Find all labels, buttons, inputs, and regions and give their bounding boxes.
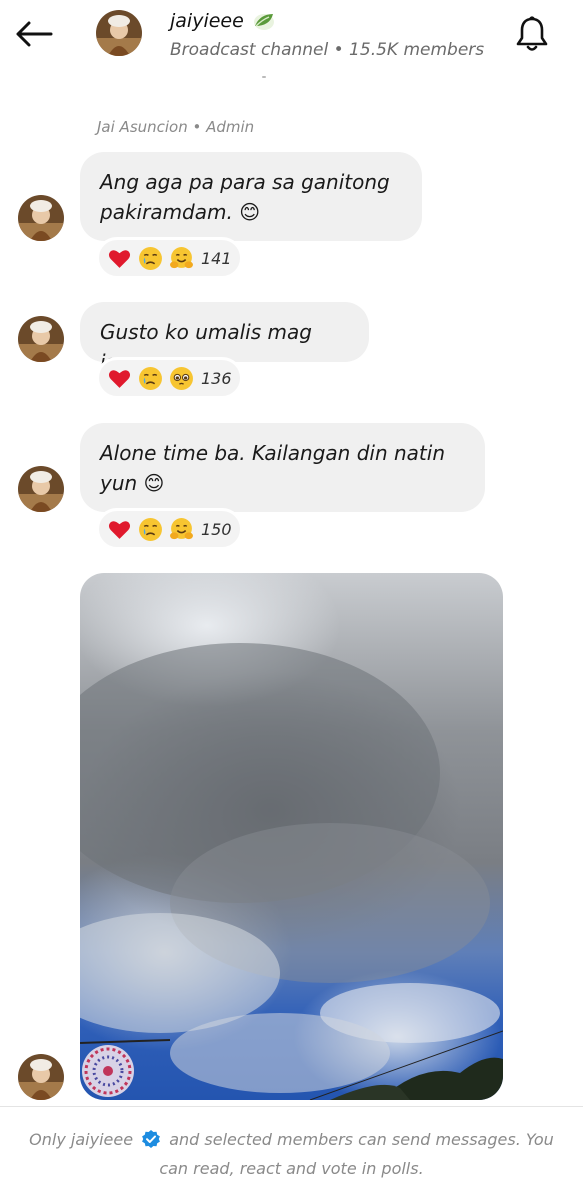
channel-avatar[interactable] bbox=[96, 10, 142, 56]
hugging-face-emoji-icon bbox=[170, 517, 193, 539]
reaction-count: 136 bbox=[201, 368, 232, 388]
sky-photo bbox=[80, 643, 503, 1100]
channel-subtitle: Broadcast channel • 15.5K members bbox=[170, 40, 485, 60]
message-text: Alone time ba. Kailangan din natin yun 😊 bbox=[100, 441, 445, 495]
reaction-bar[interactable]: 150 bbox=[96, 508, 243, 550]
channel-name-text: jaiyieee bbox=[170, 10, 244, 32]
sender-label: Jai Asuncion • Admin bbox=[97, 118, 255, 136]
message-text: Ang aga pa para sa ganitong pakiramdam. … bbox=[100, 170, 390, 224]
back-button[interactable] bbox=[12, 14, 56, 54]
channel-header: jaiyieee Broadcast channel • 15.5K membe… bbox=[0, 0, 583, 80]
reaction-count: 141 bbox=[201, 248, 232, 268]
reaction-bar[interactable]: 136 bbox=[96, 357, 243, 399]
sender-avatar[interactable] bbox=[18, 466, 64, 512]
crying-face-emoji-icon bbox=[139, 366, 162, 390]
footer-text-end: and selected members can send messages. … bbox=[159, 1130, 554, 1178]
message-bubble[interactable]: Alone time ba. Kailangan din natin yun 😊 bbox=[80, 423, 485, 512]
reaction-count: 150 bbox=[201, 519, 232, 539]
notifications-button[interactable] bbox=[510, 12, 554, 56]
sender-avatar[interactable] bbox=[18, 195, 64, 241]
heart-emoji-icon bbox=[108, 520, 131, 539]
sender-avatar[interactable] bbox=[18, 1054, 64, 1100]
heart-emoji-icon bbox=[108, 249, 131, 268]
heart-emoji-icon bbox=[108, 369, 131, 388]
leaf-emoji-icon bbox=[253, 14, 274, 30]
crying-face-emoji-icon bbox=[139, 517, 162, 541]
bell-icon bbox=[516, 16, 548, 51]
hugging-face-emoji-icon bbox=[170, 246, 193, 268]
reaction-bar[interactable]: 141 bbox=[96, 237, 243, 279]
divider bbox=[262, 76, 266, 78]
message-bubble[interactable]: Gusto ko umalis mag isa. bbox=[80, 302, 369, 374]
channel-name[interactable]: jaiyieee bbox=[170, 10, 276, 32]
read-only-footer: Only jaiyieee and selected members can s… bbox=[0, 1106, 583, 1201]
crying-face-emoji-icon bbox=[139, 246, 162, 270]
footer-notice: Only jaiyieee and selected members can s… bbox=[20, 1125, 563, 1183]
arrow-left-icon bbox=[16, 21, 53, 47]
verified-badge-icon bbox=[142, 1130, 161, 1148]
photo-message[interactable] bbox=[80, 573, 503, 1100]
pleading-face-emoji-icon bbox=[170, 366, 193, 390]
footer-text-start: Only jaiyieee bbox=[29, 1130, 134, 1149]
message-bubble[interactable]: Ang aga pa para sa ganitong pakiramdam. … bbox=[80, 152, 422, 241]
sender-avatar[interactable] bbox=[18, 316, 64, 362]
